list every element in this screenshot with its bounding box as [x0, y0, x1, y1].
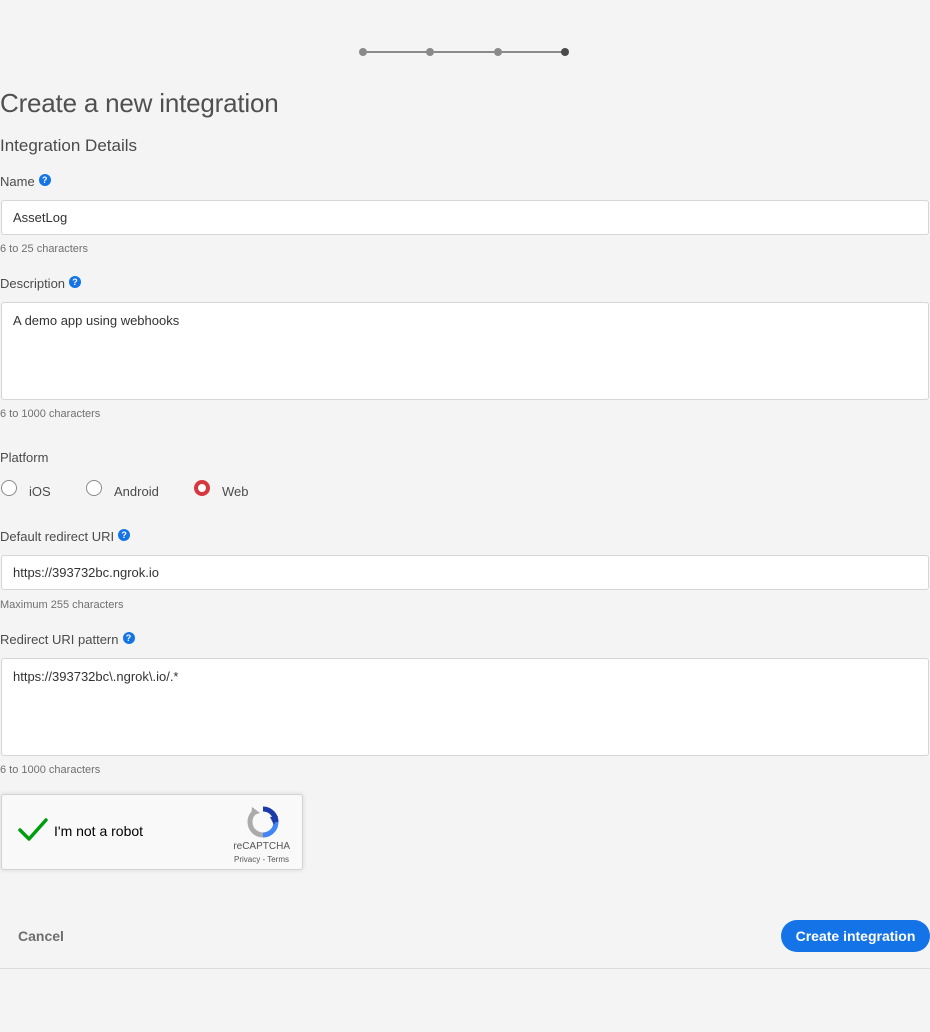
redirect-pattern-textarea[interactable]: https://393732bc\.ngrok\.io/.*: [1, 658, 929, 756]
recaptcha-brand: reCAPTCHA: [233, 841, 290, 852]
redirect-uri-hint: Maximum 255 characters: [0, 599, 124, 611]
radio-ios-label: iOS: [29, 484, 51, 499]
description-textarea[interactable]: A demo app using webhooks: [1, 302, 929, 400]
recaptcha-widget: I'm not a robot reCAPTCHA Privacy - Term…: [1, 794, 303, 870]
step-1-dot: [359, 48, 367, 56]
step-2-dot: [426, 48, 434, 56]
platform-label: Platform: [0, 450, 49, 465]
page-title: Create a new integration: [0, 88, 279, 118]
redirect-pattern-help-icon[interactable]: ?: [122, 631, 135, 644]
description-label: Description: [0, 276, 66, 291]
recaptcha-label: I'm not a robot: [54, 823, 144, 839]
description-hint: 6 to 1000 characters: [0, 408, 101, 420]
radio-android-label: Android: [114, 484, 159, 499]
footer-divider: [0, 968, 930, 969]
step-connector: [502, 51, 562, 53]
radio-web-label: Web: [222, 484, 249, 499]
recaptcha-checkmark-icon[interactable]: [16, 815, 50, 845]
platform-radio-group: iOS Android Web: [0, 478, 400, 502]
recaptcha-privacy-terms-link[interactable]: Privacy - Terms: [234, 855, 289, 864]
step-4-dot-active: [561, 48, 569, 56]
create-integration-button[interactable]: Create integration: [781, 920, 930, 952]
redirect-pattern-hint: 6 to 1000 characters: [0, 764, 101, 776]
name-input[interactable]: AssetLog: [1, 200, 929, 235]
radio-web-selected[interactable]: [194, 480, 210, 496]
name-label: Name: [0, 174, 35, 189]
progress-stepper: [359, 46, 571, 58]
name-hint: 6 to 25 characters: [0, 243, 89, 255]
radio-android[interactable]: [86, 480, 102, 496]
step-connector: [367, 51, 427, 53]
redirect-uri-input[interactable]: https://393732bc.ngrok.io: [1, 555, 929, 590]
section-title: Integration Details: [0, 136, 138, 155]
name-help-icon[interactable]: ?: [38, 173, 51, 186]
redirect-pattern-label: Redirect URI pattern: [0, 632, 119, 647]
cancel-button[interactable]: Cancel: [18, 928, 64, 944]
redirect-uri-label-row: Default redirect URI ?: [0, 528, 131, 544]
recaptcha-logo-icon: [246, 805, 280, 839]
redirect-pattern-label-row: Redirect URI pattern ?: [0, 631, 135, 647]
description-label-row: Description ?: [0, 275, 82, 291]
description-help-icon[interactable]: ?: [69, 275, 82, 288]
step-3-dot: [494, 48, 502, 56]
redirect-uri-help-icon[interactable]: ?: [118, 528, 131, 541]
radio-ios[interactable]: [1, 480, 17, 496]
redirect-uri-label: Default redirect URI: [0, 529, 115, 544]
name-label-row: Name ?: [0, 173, 51, 189]
integration-page: Create a new integration Integration Det…: [0, 0, 930, 1032]
step-connector: [434, 51, 494, 53]
